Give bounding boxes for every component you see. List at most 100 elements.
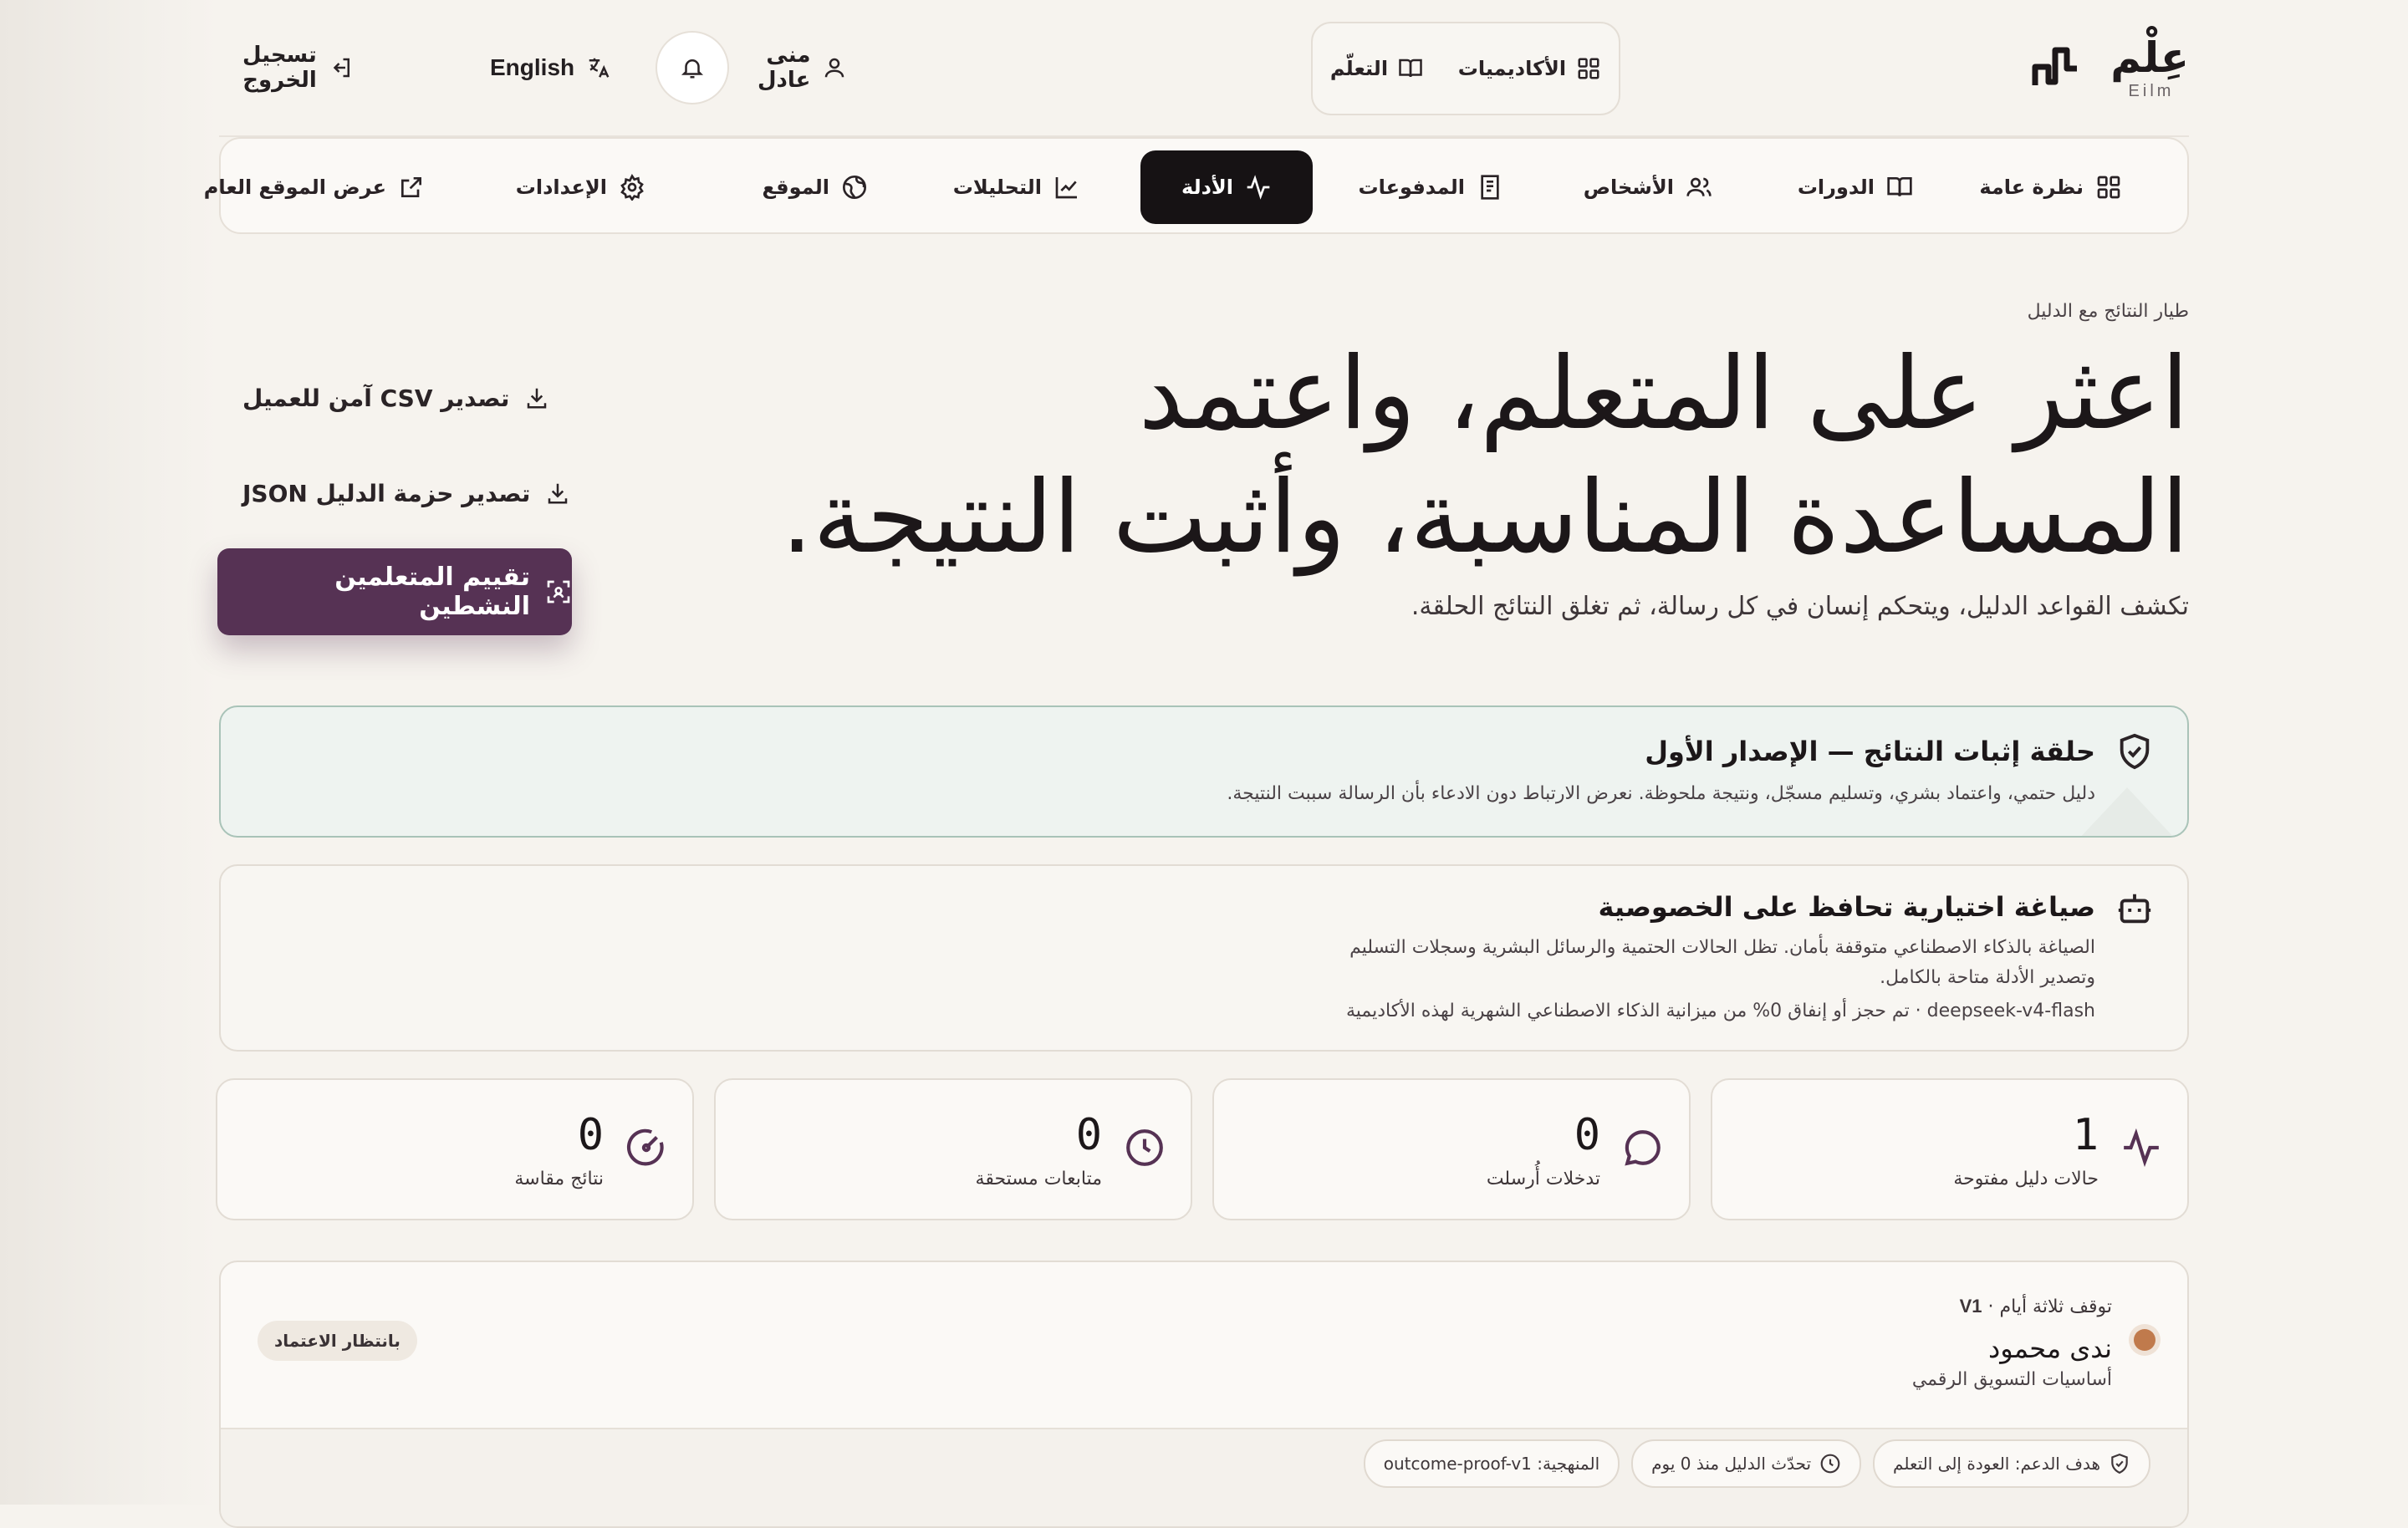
brand-logo[interactable]: عِلْم Eilm	[2110, 33, 2189, 101]
external-link-icon	[398, 174, 425, 201]
workspace-switch: الأكاديميات التعلّم	[1311, 22, 1620, 115]
privacy-drafting-card: صياغة اختيارية تحافظ على الخصوصية الصياغ…	[219, 864, 2189, 1052]
book-icon	[1886, 174, 1913, 201]
shield-check-icon	[2115, 732, 2154, 771]
nav-item-site[interactable]: الموقع	[739, 150, 891, 224]
nav-item-label: الأشخاص	[1583, 176, 1674, 199]
nav-item-label: التحليلات	[952, 176, 1042, 199]
nav-item-evidence[interactable]: الأدلة	[1140, 150, 1313, 224]
export-actions: تصدير CSV آمن للعميل تصدير حزمة الدليل J…	[242, 374, 570, 517]
nav-item-label: الأدلة	[1181, 176, 1233, 199]
nav-item-settings[interactable]: الإعدادات	[492, 150, 669, 224]
download-icon	[524, 385, 549, 410]
proof-loop-card: حلقة إثبات النتائج — الإصدار الأول دليل …	[219, 705, 2189, 838]
evidence-updated-chip: تحدّث الدليل منذ 0 يوم	[1631, 1439, 1862, 1488]
nav-item-label: المدفوعات	[1358, 176, 1465, 199]
users-icon	[1686, 174, 1712, 201]
primary-button-label: تقييم المتعلمين النشطين	[334, 563, 530, 621]
pulse-icon	[1245, 174, 1272, 201]
nav-item-label: الإعدادات	[515, 176, 607, 199]
bot-icon	[2115, 889, 2154, 928]
gear-icon	[619, 174, 645, 201]
case-trigger: توقف ثلاثة أيام ·	[1987, 1296, 2112, 1317]
main-nav: نظرة عامة الدورات الأشخاص المدفوعات الأد…	[204, 137, 2189, 234]
nav-item-courses[interactable]: الدورات	[1774, 150, 1936, 224]
stat-followups-due: 0 متابعات مستحقة	[714, 1078, 1192, 1220]
language-label: English	[490, 54, 575, 80]
nav-item-label: عرض الموقع العام	[203, 176, 386, 199]
assess-active-learners-button[interactable]: تقييم المتعلمين النشطين	[217, 548, 572, 635]
top-header: عِلْم Eilm الأكاديميات التعلّم منى عادل	[219, 0, 2189, 137]
chip-label: هدف الدعم: العودة إلى التعلم	[1893, 1454, 2100, 1474]
case-meta: توقف ثلاثة أيام · V1	[1960, 1296, 2112, 1317]
stat-value: 0	[1075, 1110, 1102, 1160]
case-chips: هدف الدعم: العودة إلى التعلم تحدّث الدلي…	[1363, 1439, 2150, 1488]
clock-icon	[1819, 1453, 1841, 1475]
brand-name-en: Eilm	[2128, 82, 2175, 100]
stat-label: متابعات مستحقة	[975, 1169, 1102, 1189]
course-name: أساسيات التسويق الرقمي	[1911, 1369, 2112, 1390]
gauge-icon	[625, 1127, 667, 1169]
shield-check-icon	[2109, 1453, 2130, 1475]
logout-button[interactable]: تسجيل الخروج	[242, 43, 354, 93]
hero-title-line-2: المساعدة المناسبة، وأثبت النتيجة.	[781, 460, 2189, 576]
hero-subtitle: تكشف القواعد الدليل، ويتحكم إنسان في كل …	[1411, 592, 2189, 621]
nav-item-public-site[interactable]: عرض الموقع العام	[181, 150, 448, 224]
message-icon	[1622, 1127, 1664, 1169]
grid-icon	[1576, 56, 1601, 81]
methodology-chip: المنهجية: outcome-proof-v1	[1363, 1439, 1620, 1488]
stat-value: 0	[1574, 1110, 1600, 1160]
brand-name-ar: عِلْم	[2110, 33, 2189, 82]
nav-item-overview[interactable]: نظرة عامة	[1956, 150, 2145, 224]
stat-label: نتائج مقاسة	[514, 1169, 604, 1189]
stat-label: حالات دليل مفتوحة	[1953, 1169, 2099, 1189]
switch-learning-label: التعلّم	[1329, 57, 1389, 80]
case-version: V1	[1959, 1296, 1982, 1317]
grid-icon	[2095, 174, 2122, 201]
user-menu[interactable]: منى عادل	[758, 43, 847, 93]
translate-icon	[586, 55, 611, 80]
nav-item-label: نظرة عامة	[1979, 176, 2084, 199]
proof-card-title: حلقة إثبات النتائج — الإصدار الأول	[1645, 736, 2095, 767]
language-toggle[interactable]: English	[490, 54, 611, 81]
stat-value: 1	[2072, 1110, 2099, 1160]
book-icon	[1398, 56, 1423, 81]
export-json-link[interactable]: تصدير حزمة الدليل JSON	[242, 470, 570, 517]
bell-icon	[680, 55, 705, 80]
pulse-icon	[2120, 1127, 2162, 1169]
export-json-label: تصدير حزمة الدليل JSON	[242, 479, 531, 507]
nav-item-people[interactable]: الأشخاص	[1560, 150, 1736, 224]
ai-budget-note: deepseek-v4-flash · تم حجز أو إنفاق 0% م…	[1345, 1001, 2095, 1021]
scan-icon	[545, 578, 572, 605]
export-csv-link[interactable]: تصدير CSV آمن للعميل	[242, 374, 570, 421]
switch-academies[interactable]: الأكاديميات	[1458, 56, 1601, 81]
notifications-button[interactable]	[656, 31, 729, 104]
stat-interventions-sent: 0 تدخلات أُرسلت	[1212, 1078, 1691, 1220]
logout-label: تسجيل الخروج	[242, 43, 317, 93]
hero-eyebrow: طيار النتائج مع الدليل	[2027, 301, 2189, 322]
case-header: توقف ثلاثة أيام · V1 ندى محمود أساسيات ا…	[221, 1262, 2187, 1429]
brand-mark-icon	[2030, 38, 2080, 89]
evidence-case-card[interactable]: توقف ثلاثة أيام · V1 ندى محمود أساسيات ا…	[219, 1261, 2189, 1528]
export-csv-label: تصدير CSV آمن للعميل	[242, 384, 510, 412]
nav-item-label: الموقع	[762, 176, 829, 199]
hero-title: اعثر على المتعلم، واعتمد المساعدة المناس…	[768, 333, 2189, 580]
privacy-card-text: الصياغة بالذكاء الاصطناعي متوقفة بأمان. …	[1349, 937, 2095, 988]
nav-item-analytics[interactable]: التحليلات	[930, 150, 1104, 224]
logout-icon	[329, 55, 354, 80]
left-gutter	[0, 0, 219, 1505]
stat-measured-outcomes: 0 نتائج مقاسة	[216, 1078, 694, 1220]
status-badge: بانتظار الاعتماد	[258, 1321, 417, 1361]
receipt-icon	[1477, 174, 1503, 201]
user-name: منى عادل	[758, 43, 811, 93]
stat-value: 0	[577, 1110, 604, 1160]
nav-item-payments[interactable]: المدفوعات	[1335, 150, 1527, 224]
switch-learning[interactable]: التعلّم	[1330, 56, 1423, 81]
chip-label: تحدّث الدليل منذ 0 يوم	[1651, 1454, 1812, 1474]
user-icon	[822, 55, 847, 80]
hero-title-line-1: اعثر على المتعلم، واعتمد	[1138, 336, 2189, 452]
download-icon	[545, 481, 570, 506]
status-dot	[2134, 1329, 2155, 1351]
clock-icon	[1124, 1127, 1166, 1169]
stat-label: تدخلات أُرسلت	[1486, 1169, 1600, 1189]
